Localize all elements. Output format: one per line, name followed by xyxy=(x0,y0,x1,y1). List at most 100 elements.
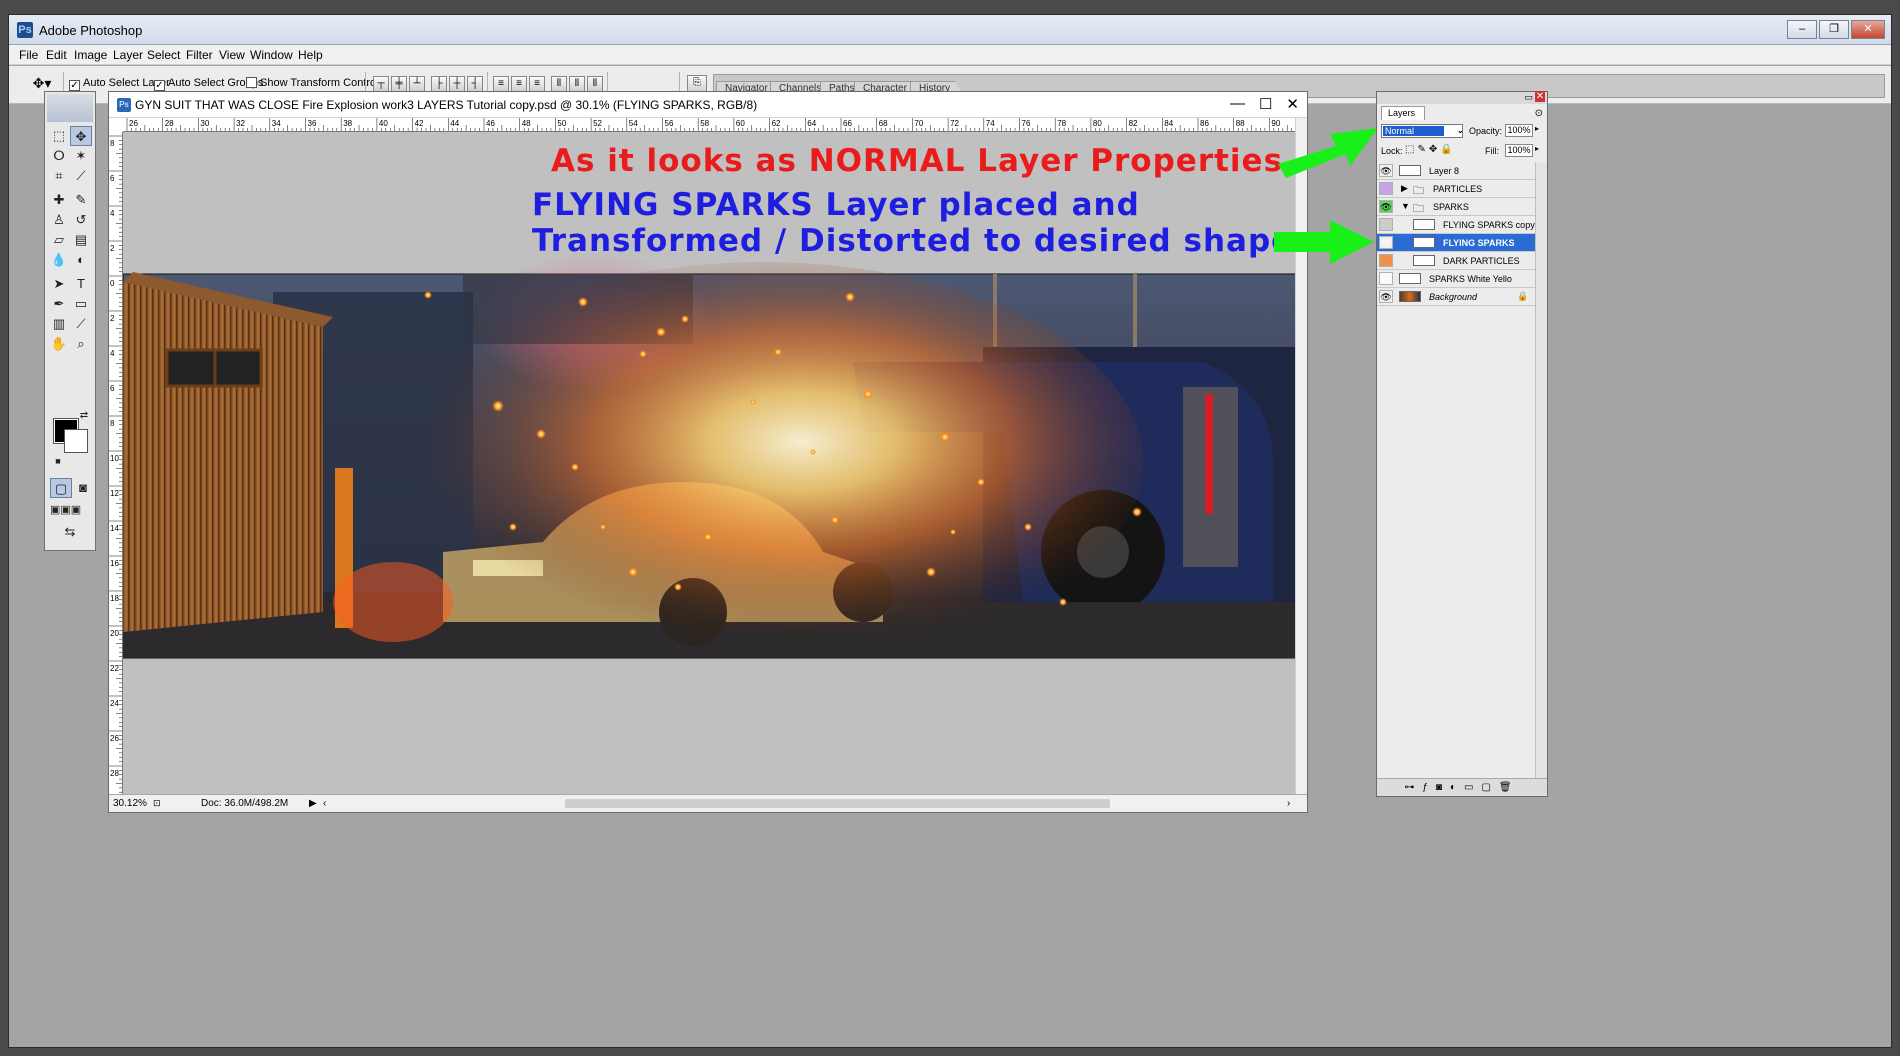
scroll-right-icon[interactable]: › xyxy=(1287,798,1290,809)
align-hcenter-icon[interactable]: ┼ xyxy=(449,76,465,92)
menu-edit[interactable]: Edit xyxy=(46,48,67,62)
visibility-eye-icon[interactable]: 👁 xyxy=(1379,236,1393,249)
standard-mode-icon[interactable]: ▢ xyxy=(50,478,72,498)
layers-scrollbar[interactable] xyxy=(1535,162,1547,778)
screen-mode-icons[interactable]: ▣▣▣ xyxy=(50,500,81,520)
dodge-tool-icon[interactable]: ◐ xyxy=(70,250,92,270)
distribute-hcenter-icon[interactable]: ⦀ xyxy=(569,76,585,92)
menu-help[interactable]: Help xyxy=(298,48,323,62)
swap-colors-icon[interactable]: ⇄ xyxy=(73,406,95,426)
blend-mode-select[interactable]: Normal ⌄ xyxy=(1381,124,1464,138)
opacity-field[interactable]: 100% xyxy=(1505,124,1533,137)
gradient-tool-icon[interactable]: ▤ xyxy=(70,230,92,250)
notes-tool-icon[interactable]: ▥ xyxy=(48,314,70,334)
doc-maximize-button[interactable]: ☐ xyxy=(1259,95,1272,113)
menu-select[interactable]: Select xyxy=(147,48,180,62)
menu-image[interactable]: Image xyxy=(74,48,107,62)
status-menu-arrow-icon[interactable]: ▶ xyxy=(309,798,317,809)
expand-triangle-icon[interactable]: ▶ xyxy=(1401,183,1408,194)
restore-button[interactable]: ❐ xyxy=(1819,20,1849,39)
type-tool-icon[interactable]: T xyxy=(70,274,92,294)
eraser-tool-icon[interactable]: ▱ xyxy=(48,230,70,250)
brush-tool-icon[interactable]: ✎ xyxy=(70,190,92,210)
visibility-toggle[interactable] xyxy=(1379,272,1393,285)
distribute-top-icon[interactable]: ≡ xyxy=(493,76,509,92)
horizontal-scrollbar[interactable] xyxy=(335,797,1285,810)
marquee-tool-icon[interactable]: ⬚ xyxy=(48,126,70,146)
default-colors-icon[interactable]: ■ xyxy=(47,451,69,471)
visibility-eye-icon[interactable]: 👁 xyxy=(1379,200,1393,213)
fill-slider-arrow-icon[interactable]: ▸ xyxy=(1535,144,1539,153)
quick-mask-mode-icon[interactable]: ◙ xyxy=(72,478,94,498)
move-tool-icon[interactable]: ✥ xyxy=(70,126,92,146)
menu-file[interactable]: File xyxy=(19,48,38,62)
tab-layers[interactable]: Layers xyxy=(1381,106,1425,120)
lasso-tool-icon[interactable]: ⵔ xyxy=(48,146,70,166)
visibility-eye-icon[interactable]: 👁 xyxy=(1379,164,1393,177)
horizontal-scroll-thumb[interactable] xyxy=(565,799,1110,808)
layer-row-dark-particles[interactable]: DARK PARTICLES xyxy=(1377,252,1535,270)
doc-minimize-button[interactable]: — xyxy=(1230,95,1245,113)
menu-layer[interactable]: Layer xyxy=(113,48,143,62)
scroll-left-icon[interactable]: ‹ xyxy=(323,798,326,809)
layer-row-flying-sparks[interactable]: 👁 FLYING SPARKS xyxy=(1377,234,1535,252)
jump-to-imageready-icon[interactable]: ⇆ xyxy=(50,522,90,542)
menu-view[interactable]: View xyxy=(219,48,245,62)
align-left-icon[interactable]: ├ xyxy=(431,76,447,92)
eyedropper-tool-icon[interactable]: ⟋ xyxy=(70,314,92,334)
close-button[interactable]: ✕ xyxy=(1851,20,1885,39)
lock-icons[interactable]: ⬚✎✥🔒 xyxy=(1405,144,1456,155)
move-tool-preset-icon[interactable]: ✥▾ xyxy=(27,76,57,92)
slice-tool-icon[interactable]: ⟋ xyxy=(70,166,92,186)
layer-row-background[interactable]: 👁 Background 🔒 xyxy=(1377,288,1535,306)
show-transform-controls-option[interactable]: Show Transform Controls xyxy=(246,77,384,89)
background-color-swatch[interactable] xyxy=(64,429,88,453)
status-info-icon[interactable]: ⊡ xyxy=(153,798,161,809)
blur-tool-icon[interactable]: 💧 xyxy=(48,250,70,270)
layer-style-icon[interactable]: ƒ xyxy=(1422,782,1436,793)
pen-tool-icon[interactable]: ✒ xyxy=(48,294,70,314)
align-top-icon[interactable]: ┬ xyxy=(373,76,389,92)
zoom-tool-icon[interactable]: ⌕ xyxy=(70,334,92,354)
crop-tool-icon[interactable]: ⌗ xyxy=(48,166,70,186)
minimize-button[interactable]: – xyxy=(1787,20,1817,39)
delete-layer-icon[interactable]: 🗑 xyxy=(1499,782,1520,793)
path-selection-tool-icon[interactable]: ➤ xyxy=(48,274,70,294)
fill-field[interactable]: 100% xyxy=(1505,144,1533,157)
panel-menu-icon[interactable]: ⊙ xyxy=(1535,108,1543,119)
adjustment-layer-icon[interactable]: ◐ xyxy=(1450,782,1464,793)
new-layer-icon[interactable]: ▢ xyxy=(1481,782,1498,793)
layer-mask-icon[interactable]: ◙ xyxy=(1436,782,1450,793)
opacity-slider-arrow-icon[interactable]: ▸ xyxy=(1535,124,1539,133)
history-brush-tool-icon[interactable]: ↺ xyxy=(70,210,92,230)
shape-tool-icon[interactable]: ▭ xyxy=(70,294,92,314)
link-layers-icon[interactable]: ⊶ xyxy=(1404,782,1422,793)
layer-row-sparks-white-yello[interactable]: SPARKS White Yello xyxy=(1377,270,1535,288)
align-vcenter-icon[interactable]: ╪ xyxy=(391,76,407,92)
layer-row-flying-sparks-copy[interactable]: FLYING SPARKS copy xyxy=(1377,216,1535,234)
visibility-toggle[interactable] xyxy=(1379,218,1393,231)
panel-minimize-icon[interactable]: ▭ xyxy=(1524,92,1533,103)
layer-row-layer-8[interactable]: 👁 Layer 8 xyxy=(1377,162,1535,180)
magic-wand-tool-icon[interactable]: ✶ xyxy=(70,146,92,166)
visibility-toggle[interactable] xyxy=(1379,254,1393,267)
show-transform-controls-checkbox[interactable] xyxy=(246,77,257,88)
menu-filter[interactable]: Filter xyxy=(186,48,213,62)
distribute-left-icon[interactable]: ⦀ xyxy=(551,76,567,92)
distribute-right-icon[interactable]: ⦀ xyxy=(587,76,603,92)
visibility-eye-icon[interactable]: 👁 xyxy=(1379,290,1393,303)
auto-select-groups-checkbox[interactable]: ✓ xyxy=(154,80,165,91)
healing-brush-tool-icon[interactable]: ✚ xyxy=(48,190,70,210)
zoom-level[interactable]: 30.12% xyxy=(113,798,147,809)
panel-close-icon[interactable]: ✕ xyxy=(1535,91,1545,102)
layer-row-particles[interactable]: ▶ 🗀 PARTICLES xyxy=(1377,180,1535,198)
distribute-bottom-icon[interactable]: ≡ xyxy=(529,76,545,92)
align-right-icon[interactable]: ┤ xyxy=(467,76,483,92)
collapse-triangle-icon[interactable]: ▼ xyxy=(1401,201,1410,211)
doc-close-button[interactable]: ✕ xyxy=(1286,95,1299,113)
hand-tool-icon[interactable]: ✋ xyxy=(48,334,70,354)
distribute-vcenter-icon[interactable]: ≡ xyxy=(511,76,527,92)
auto-select-layer-checkbox[interactable]: ✓ xyxy=(69,80,80,91)
layer-row-sparks[interactable]: 👁 ▼ 🗀 SPARKS xyxy=(1377,198,1535,216)
new-group-icon[interactable]: ▭ xyxy=(1464,782,1481,793)
